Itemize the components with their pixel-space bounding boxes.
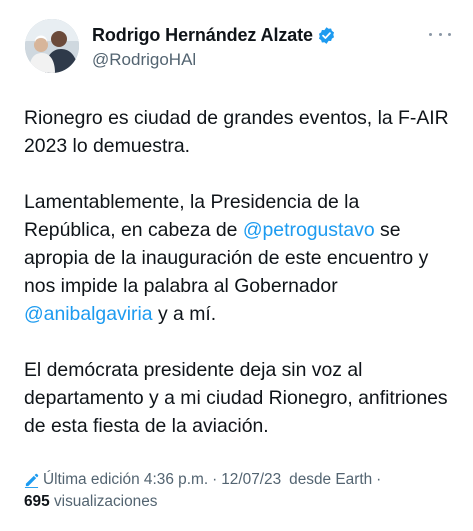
more-dot (438, 32, 442, 36)
profile-photo (25, 19, 79, 73)
views-row[interactable]: 695 visualizaciones (24, 491, 157, 513)
pencil-edit-icon (24, 473, 39, 488)
mention-link-petrogustavo[interactable]: @petrogustavo (243, 219, 375, 241)
tweet-paragraph-2: Lamentablemente, la Presidencia de la Re… (24, 188, 454, 328)
avatar[interactable] (25, 19, 79, 73)
edited-label[interactable]: Última edición 4:36 p.m. (43, 469, 208, 491)
tweet-source: desde Earth (289, 471, 373, 488)
more-dot (448, 32, 451, 36)
tweet-meta: Última edición 4:36 p.m. · 12/07/23 desd… (24, 469, 385, 491)
more-options-icon[interactable] (429, 28, 451, 40)
tweet-text-segment: y a mí. (152, 303, 217, 325)
author-display-name[interactable]: Rodrigo Hernández Alzate (92, 25, 313, 46)
tweet-paragraph-1: Rionegro es ciudad de grandes eventos, l… (24, 107, 449, 157)
meta-separator: · (376, 471, 382, 488)
author-handle[interactable]: @RodrigoHAl (92, 50, 196, 70)
meta-separator: · (212, 471, 218, 488)
verified-badge-icon (318, 27, 334, 44)
author-name-row[interactable]: Rodrigo Hernández Alzate (92, 25, 336, 46)
tweet-date[interactable]: 12/07/23 (221, 469, 281, 491)
more-dot (429, 32, 432, 36)
tweet-paragraph-3: El demócrata presidente deja sin voz al … (24, 359, 448, 437)
views-label: visualizaciones (53, 493, 158, 510)
tweet-card: Rodrigo Hernández Alzate @RodrigoHAl Rio… (0, 0, 473, 531)
mention-link-anibalgaviria[interactable]: @anibalgaviria (24, 303, 153, 325)
tweet-text: Rionegro es ciudad de grandes eventos, l… (24, 104, 454, 440)
views-count: 695 (24, 493, 50, 510)
